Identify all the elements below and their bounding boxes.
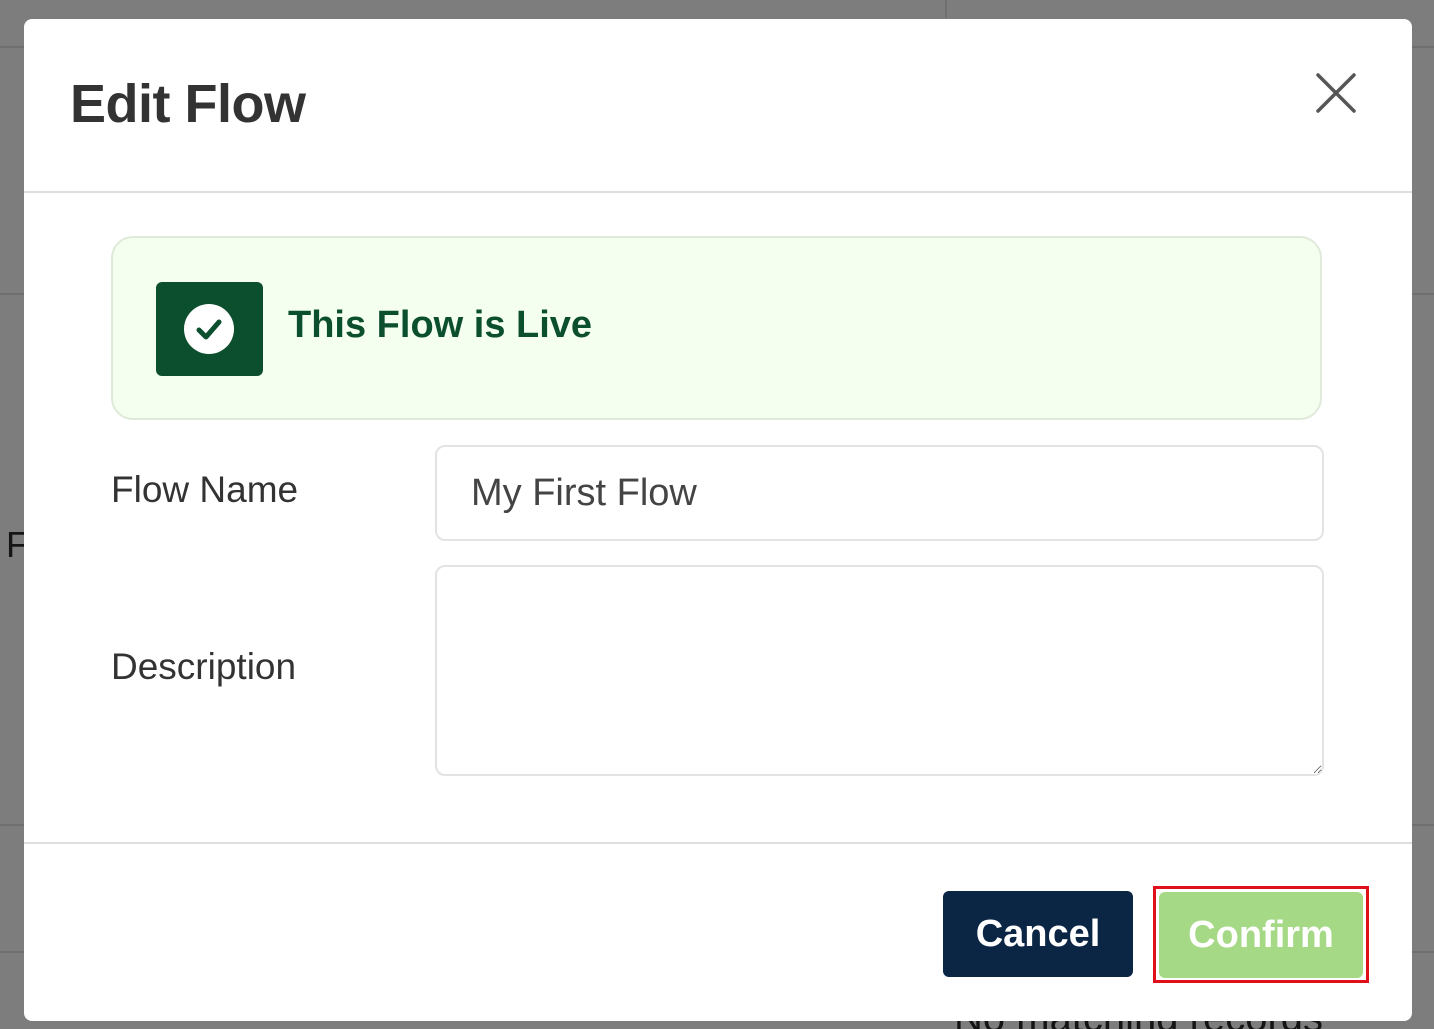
close-button[interactable]	[1312, 69, 1360, 117]
confirm-button[interactable]: Confirm	[1159, 892, 1363, 978]
description-label: Description	[111, 646, 297, 687]
close-icon	[1316, 73, 1356, 113]
flow-name-label: Flow Name	[111, 469, 299, 510]
check-circle-icon	[184, 304, 234, 354]
description-textarea[interactable]	[435, 565, 1324, 776]
flow-live-text: This Flow is Live	[288, 304, 593, 346]
flow-live-banner: This Flow is Live	[111, 236, 1322, 420]
modal-header: Edit Flow	[24, 19, 1412, 193]
live-status-icon-box	[156, 282, 263, 376]
background-divider	[945, 0, 947, 18]
modal-title: Edit Flow	[70, 74, 306, 134]
cancel-button[interactable]: Cancel	[943, 891, 1133, 977]
modal-footer: Cancel Confirm	[24, 842, 1412, 1021]
flow-name-input[interactable]	[435, 445, 1324, 541]
edit-flow-modal: Edit Flow This Flow is Live Flow Name De…	[24, 19, 1412, 1021]
